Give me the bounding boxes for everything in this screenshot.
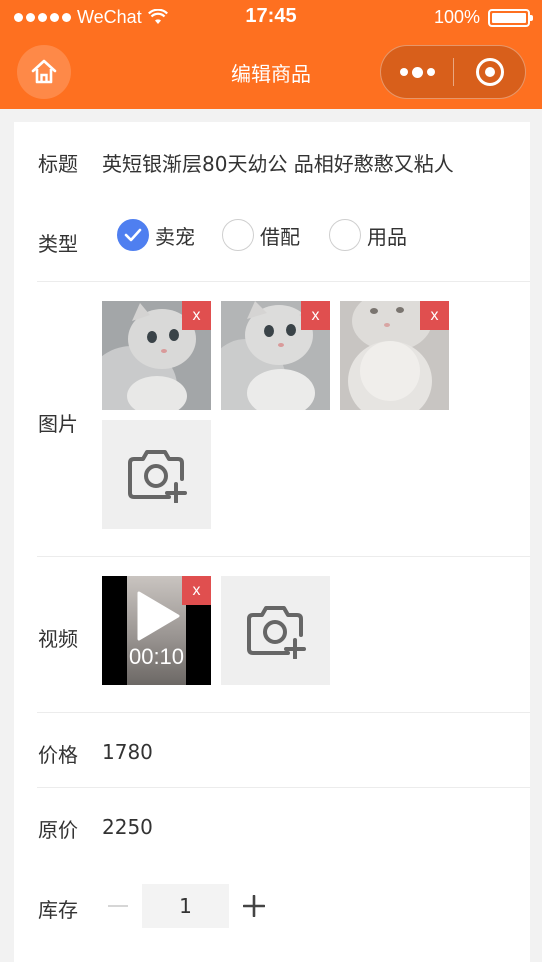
delete-image-button[interactable]: x (182, 301, 211, 330)
image-thumbnail[interactable]: x (102, 301, 211, 410)
radio-label: 借配 (260, 224, 300, 249)
divider (37, 281, 530, 282)
minus-icon[interactable] (108, 905, 128, 907)
title-label: 标题 (38, 152, 78, 176)
type-radio-breed[interactable]: 借配 (222, 219, 300, 251)
stock-quantity-input[interactable]: 1 (142, 884, 229, 928)
plus-icon[interactable] (243, 895, 265, 917)
image-thumbnail[interactable]: x (221, 301, 330, 410)
original-price-label: 原价 (38, 818, 78, 842)
video-label: 视频 (38, 627, 78, 651)
battery-status: 100% (433, 7, 533, 28)
close-button[interactable] (454, 46, 525, 98)
images-label: 图片 (38, 412, 78, 436)
close-circle-icon (475, 58, 504, 86)
divider (37, 787, 530, 788)
radio-label: 用品 (367, 224, 407, 249)
divider (37, 556, 530, 557)
type-label: 类型 (38, 232, 78, 256)
delete-image-button[interactable]: x (420, 301, 449, 330)
radio-check-icon (117, 219, 149, 251)
nav-bar: 编辑商品 (0, 34, 542, 109)
more-icon (399, 68, 408, 76)
play-icon (137, 591, 180, 641)
battery-icon (488, 8, 533, 27)
add-image-button[interactable] (102, 420, 211, 529)
type-radio-sell[interactable]: 卖宠 (117, 219, 195, 251)
add-video-button[interactable] (221, 576, 330, 685)
price-label: 价格 (38, 743, 78, 767)
more-button[interactable] (381, 46, 453, 98)
edit-form: 标题 英短银渐层80天幼公 品相好憨憨又粘人 类型 卖宠 借配 用品 图片 x (14, 122, 530, 962)
battery-percent: 100% (433, 7, 480, 27)
radio-empty-icon (329, 219, 361, 251)
radio-empty-icon (222, 219, 254, 251)
stock-label: 库存 (38, 898, 78, 922)
image-thumbnail[interactable]: x (340, 301, 449, 410)
title-input[interactable]: 英短银渐层80天幼公 品相好憨憨又粘人 (102, 148, 454, 177)
original-price-input[interactable]: 2250 (102, 815, 153, 839)
divider (37, 712, 530, 713)
type-radio-supplies[interactable]: 用品 (329, 219, 407, 251)
status-bar: WeChat 17:45 100% (0, 0, 542, 34)
delete-image-button[interactable]: x (301, 301, 330, 330)
camera-plus-icon (246, 605, 306, 659)
radio-label: 卖宠 (155, 224, 195, 249)
camera-plus-icon (127, 449, 187, 503)
mini-program-capsule (380, 45, 526, 99)
video-thumbnail[interactable]: 00:10 x (102, 576, 211, 685)
price-input[interactable]: 1780 (102, 740, 153, 764)
delete-video-button[interactable]: x (182, 576, 211, 605)
video-duration: 00:10 (128, 644, 185, 669)
